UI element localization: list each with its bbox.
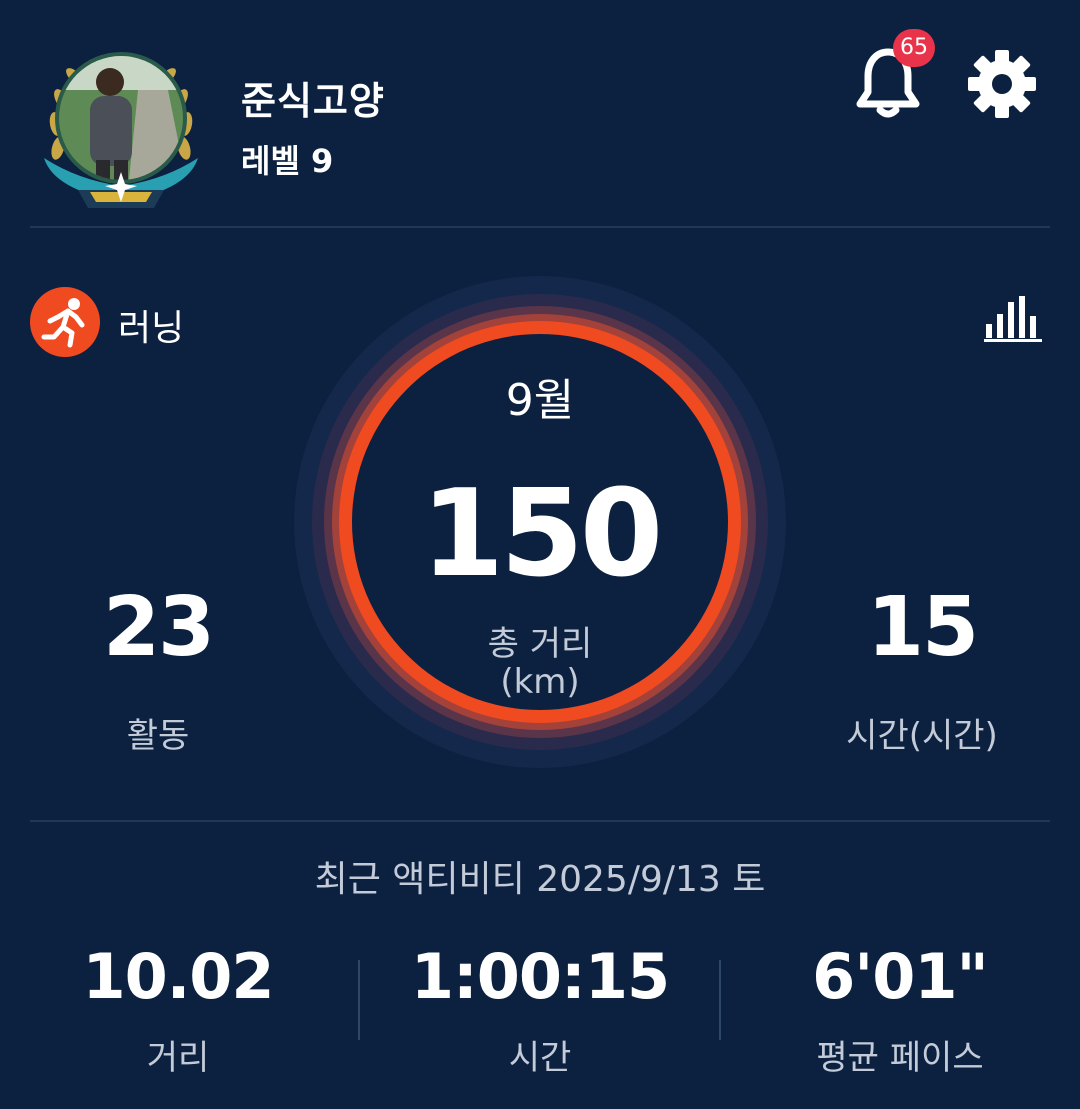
recent-pace-value: 6'01" [812, 940, 989, 1013]
total-distance-value: 150 [420, 465, 664, 604]
header-divider [30, 226, 1050, 228]
running-icon [41, 298, 85, 348]
sport-selector-button[interactable] [30, 287, 100, 357]
total-distance-label: 총 거리 [487, 624, 593, 664]
summary-divider [30, 820, 1050, 822]
settings-button[interactable] [964, 46, 1040, 122]
sport-label[interactable]: 러닝 [118, 299, 184, 351]
recent-distance-value: 10.02 [82, 940, 274, 1013]
month-label: 9월 [505, 375, 575, 426]
bar-chart-icon [984, 296, 1042, 342]
recent-pace-label: 평균 페이스 [816, 1038, 984, 1078]
stat-separator [719, 960, 721, 1040]
username[interactable]: 준식고양 [241, 70, 385, 125]
avatar[interactable] [38, 40, 204, 212]
total-distance-unit: (km) [500, 662, 580, 702]
recent-activity-title[interactable]: 최근 액티비티 2025/9/13 토 [0, 850, 1080, 902]
stat-separator [358, 960, 360, 1040]
recent-time-value: 1:00:15 [410, 940, 670, 1013]
notification-count-badge: 65 [893, 29, 935, 67]
statistics-button[interactable] [982, 292, 1044, 344]
activities-count-value: 23 [102, 580, 215, 675]
hours-label: 시간(시간) [846, 716, 998, 756]
activities-count-label: 활동 [126, 716, 190, 756]
hours-value: 15 [866, 580, 979, 675]
user-level: 레벨 9 [241, 142, 334, 180]
recent-time-label: 시간 [508, 1038, 572, 1078]
recent-distance-label: 거리 [146, 1038, 210, 1078]
gear-icon [968, 50, 1036, 118]
